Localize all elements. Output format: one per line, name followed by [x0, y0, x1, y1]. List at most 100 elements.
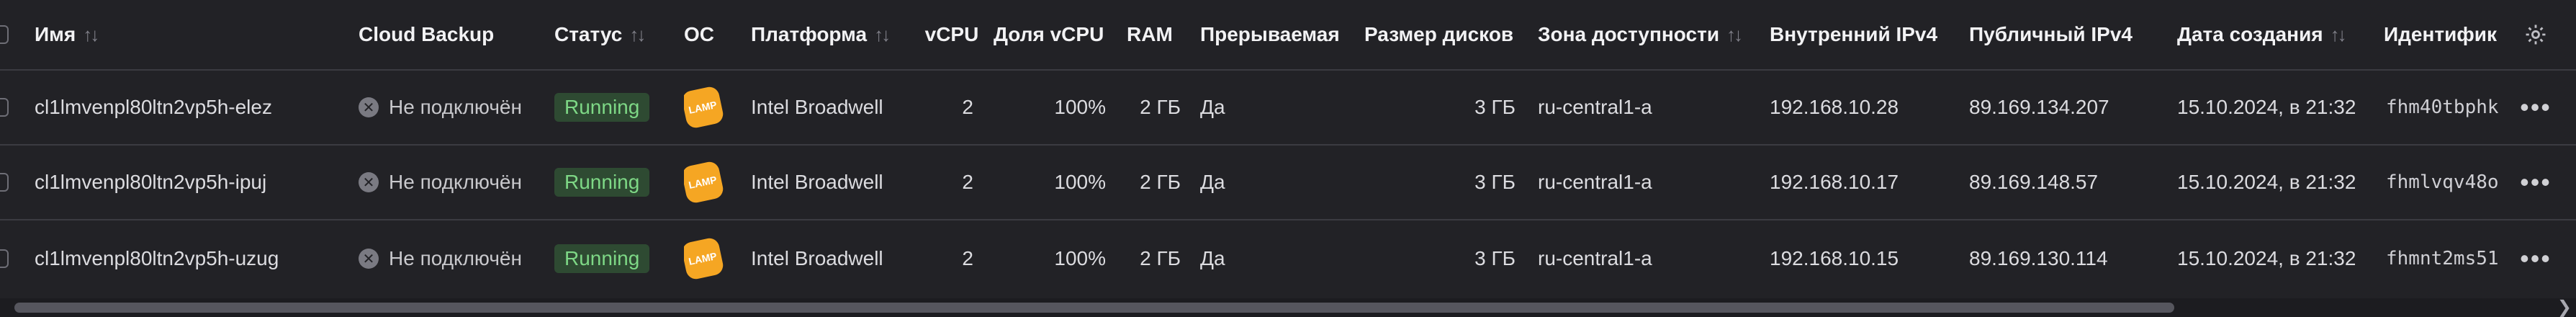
internal-ip: 192.168.10.17	[1770, 171, 1899, 193]
preemptible: Да	[1200, 96, 1225, 118]
column-header-zone[interactable]: Зона доступности ↑↓	[1538, 0, 1768, 69]
zone: ru-central1-a	[1538, 247, 1652, 269]
platform: Intel Broadwell	[751, 96, 883, 118]
column-header-name[interactable]: Имя ↑↓	[35, 0, 351, 69]
table-row[interactable]: cl1lmvenpl80ltn2vp5h-ipuj ✕ Не подключён …	[0, 146, 2576, 220]
instance-id[interactable]: fhmlvqv48o	[2386, 146, 2503, 219]
created-date: 15.10.2024, в 21:32	[2177, 96, 2356, 118]
close-circle-icon: ✕	[359, 249, 379, 269]
table-row[interactable]: cl1lmvenpl80ltn2vp5h-uzug ✕ Не подключён …	[0, 220, 2576, 297]
status-cell: Running	[554, 71, 677, 144]
sort-icon[interactable]: ↑↓	[83, 24, 99, 46]
preemptible: Да	[1200, 171, 1225, 193]
cloud-backup-status: Не подключён	[389, 171, 522, 193]
cloud-backup-status: Не подключён	[389, 247, 522, 269]
chevron-right-icon[interactable]: ❯	[2557, 298, 2572, 317]
vcpu-share: 100%	[1054, 96, 1106, 118]
ram: 2 ГБ	[1140, 96, 1181, 118]
public-ip: 89.169.130.114	[1969, 247, 2108, 269]
created-date: 15.10.2024, в 21:32	[2177, 247, 2356, 269]
vcpu-share: 100%	[1054, 247, 1106, 269]
internal-ip: 192.168.10.28	[1770, 96, 1899, 118]
cloud-backup-status: Не подключён	[389, 96, 522, 118]
status-cell: Running	[554, 220, 677, 297]
zone: ru-central1-a	[1538, 171, 1652, 193]
status-badge: Running	[554, 93, 650, 122]
table-header: Имя ↑↓ Cloud Backup Статус ↑↓ ОС Платфор…	[0, 0, 2576, 71]
column-header-ram[interactable]: RAM	[1127, 0, 1180, 69]
vcpu-share: 100%	[1054, 171, 1106, 193]
row-checkbox[interactable]	[0, 71, 19, 144]
more-horizontal-icon[interactable]: •••	[2514, 146, 2557, 219]
cloud-backup-cell: ✕ Не подключён	[359, 146, 553, 219]
vcpu: 2	[962, 247, 973, 269]
status-badge: Running	[554, 244, 650, 273]
column-header-public-ip[interactable]: Публичный IPv4	[1969, 0, 2167, 69]
row-checkbox[interactable]	[0, 220, 19, 297]
column-header-platform[interactable]: Платформа ↑↓	[751, 0, 924, 69]
column-header-zone-label: Зона доступности	[1538, 23, 1720, 45]
vcpu: 2	[962, 96, 973, 118]
zone: ru-central1-a	[1538, 96, 1652, 118]
cloud-backup-cell: ✕ Не подключён	[359, 71, 553, 144]
row-actions-button[interactable]: •••	[2520, 92, 2552, 122]
column-header-id[interactable]: Идентифик	[2384, 0, 2502, 69]
preemptible: Да	[1200, 247, 1225, 269]
ram: 2 ГБ	[1140, 171, 1181, 193]
row-actions-button[interactable]: •••	[2520, 167, 2552, 197]
created-date: 15.10.2024, в 21:32	[2177, 171, 2356, 193]
gear-icon[interactable]	[2514, 0, 2557, 69]
sort-icon[interactable]: ↑↓	[2330, 24, 2347, 46]
sort-icon[interactable]: ↑↓	[629, 24, 646, 46]
column-header-internal-ip[interactable]: Внутренний IPv4	[1770, 0, 1964, 69]
instance-name[interactable]: cl1lmvenpl80ltn2vp5h-ipuj	[35, 146, 351, 219]
close-circle-icon: ✕	[359, 97, 379, 117]
close-circle-icon: ✕	[359, 172, 379, 192]
row-checkbox[interactable]	[0, 146, 19, 219]
column-header-created-label: Дата создания	[2177, 23, 2323, 45]
ram: 2 ГБ	[1140, 247, 1181, 269]
column-header-status[interactable]: Статус ↑↓	[554, 0, 677, 69]
more-horizontal-icon[interactable]: •••	[2514, 71, 2557, 144]
column-header-cloud-backup[interactable]: Cloud Backup	[359, 0, 546, 69]
table-row[interactable]: cl1lmvenpl80ltn2vp5h-elez ✕ Не подключён …	[0, 71, 2576, 146]
row-actions-button[interactable]: •••	[2520, 244, 2552, 274]
public-ip: 89.169.134.207	[1969, 96, 2109, 118]
os-cell: LAMP	[684, 71, 742, 144]
status-badge: Running	[554, 168, 650, 197]
platform: Intel Broadwell	[751, 171, 883, 193]
column-header-status-label: Статус	[554, 23, 623, 45]
instances-table: Имя ↑↓ Cloud Backup Статус ↑↓ ОС Платфор…	[0, 0, 2576, 317]
os-cell: LAMP	[684, 220, 742, 297]
instance-name[interactable]: cl1lmvenpl80ltn2vp5h-elez	[35, 71, 351, 144]
column-header-name-label: Имя	[35, 23, 76, 45]
select-all-checkbox[interactable]	[0, 0, 19, 69]
lamp-os-icon: LAMP	[684, 236, 725, 281]
disk-size: 3 ГБ	[1474, 171, 1516, 193]
horizontal-scrollbar[interactable]: ❯	[0, 298, 2576, 317]
sort-icon[interactable]: ↑↓	[874, 24, 891, 46]
sort-icon[interactable]: ↑↓	[1726, 24, 1743, 46]
platform: Intel Broadwell	[751, 247, 883, 269]
instance-name[interactable]: cl1lmvenpl80ltn2vp5h-uzug	[35, 220, 351, 297]
column-header-platform-label: Платформа	[751, 23, 868, 45]
instance-id[interactable]: fhmnt2ms51	[2386, 220, 2503, 297]
cloud-backup-cell: ✕ Не подключён	[359, 220, 553, 297]
disk-size: 3 ГБ	[1474, 96, 1516, 118]
column-header-vcpu[interactable]: vCPU	[914, 0, 989, 69]
column-header-vcpu-share[interactable]: Доля vCPU	[994, 0, 1116, 69]
vcpu: 2	[962, 171, 973, 193]
public-ip: 89.169.148.57	[1969, 171, 2099, 193]
lamp-os-icon: LAMP	[684, 160, 725, 205]
disk-size: 3 ГБ	[1474, 247, 1516, 269]
os-cell: LAMP	[684, 146, 742, 219]
scrollbar-thumb[interactable]	[14, 303, 2174, 313]
internal-ip: 192.168.10.15	[1770, 247, 1899, 269]
lamp-os-icon: LAMP	[684, 85, 725, 130]
instance-id[interactable]: fhm40tbphk	[2386, 71, 2503, 144]
column-header-disk-size[interactable]: Размер дисков	[1364, 0, 1530, 69]
more-horizontal-icon[interactable]: •••	[2514, 220, 2557, 297]
column-header-created[interactable]: Дата создания ↑↓	[2177, 0, 2386, 69]
column-header-os[interactable]: ОС	[684, 0, 742, 69]
column-header-preemptible[interactable]: Прерываемая	[1200, 0, 1344, 69]
